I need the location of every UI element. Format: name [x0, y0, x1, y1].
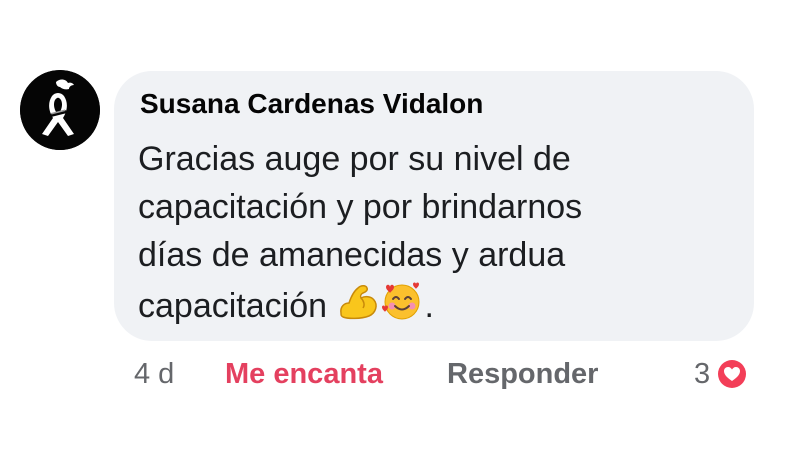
love-reaction-button[interactable]: Me encanta: [225, 358, 383, 391]
heart-icon: [714, 356, 750, 392]
reply-button[interactable]: Responder: [447, 358, 598, 391]
comment: Susana Cardenas Vidalon Gracias auge por…: [0, 0, 792, 458]
reaction-count: 3: [694, 358, 711, 390]
comment-line: capacitación y por brindarnos: [138, 188, 583, 226]
flexed-biceps-emoji: [336, 279, 380, 323]
comment-line-last: capacitación .: [138, 279, 728, 330]
comment-text: Gracias auge por su nivel de capacitació…: [138, 135, 728, 330]
comment-line-text: capacitación: [138, 287, 328, 325]
comment-timestamp[interactable]: 4 d: [134, 358, 174, 391]
comment-bubble: Susana Cardenas Vidalon Gracias auge por…: [114, 71, 754, 341]
avatar[interactable]: [20, 70, 100, 150]
trailing-punctuation: .: [424, 287, 434, 325]
comment-line: días de amanecidas y ardua: [138, 236, 566, 274]
comment-author[interactable]: Susana Cardenas Vidalon: [140, 88, 483, 120]
comment-line: Gracias auge por su nivel de: [138, 140, 571, 178]
awareness-ribbon-icon: [20, 70, 100, 150]
smiling-face-with-hearts-emoji: [380, 279, 424, 323]
